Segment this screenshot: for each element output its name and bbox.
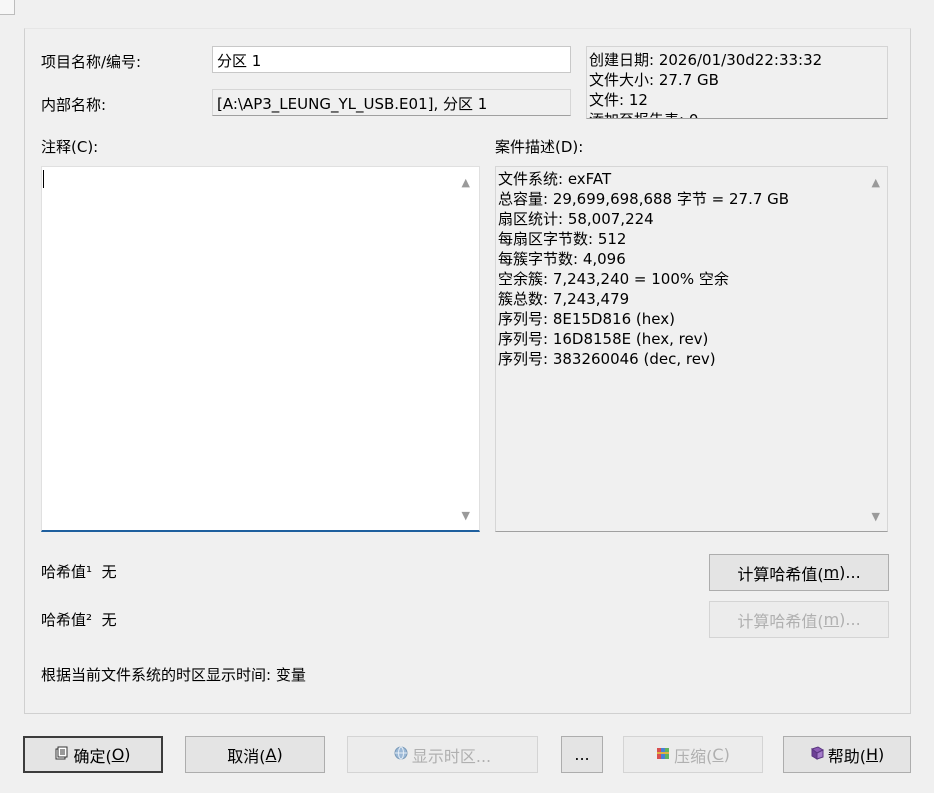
more-button[interactable]: ... <box>561 736 603 773</box>
file-size: 文件大小: 27.7 GB <box>589 71 719 89</box>
button-text: ) <box>878 745 885 764</box>
window-corner-grip <box>0 0 15 15</box>
show-timezone-button[interactable]: 显示时区... <box>347 736 538 773</box>
globe-icon <box>394 746 408 764</box>
button-text: 取消( <box>227 746 266 766</box>
desc-line: 序列号: 8E15D816 (hex) <box>498 310 675 328</box>
scroll-up-icon[interactable]: ▲ <box>872 177 880 188</box>
help-button[interactable]: 帮助(H) <box>783 736 911 773</box>
comments-label: 注释(C): <box>41 138 99 156</box>
book-icon <box>810 745 824 764</box>
case-description-label: 案件描述(D): <box>495 138 584 156</box>
scroll-down-icon[interactable]: ▼ <box>872 511 880 522</box>
case-description-box[interactable]: 文件系统: exFAT 总容量: 29,699,698,688 字节 = 27.… <box>495 166 888 532</box>
button-text: )... <box>839 563 861 582</box>
desc-line: 每扇区字节数: 512 <box>498 230 627 248</box>
accel-key: A <box>265 745 277 764</box>
calc-hash2-button[interactable]: 计算哈希值(m)... <box>709 601 889 638</box>
button-text: ... <box>574 745 590 764</box>
button-text: 计算哈希值( <box>737 564 824 584</box>
button-text: ) <box>124 745 131 764</box>
project-name-label: 项目名称/编号: <box>41 53 142 71</box>
button-text: ) <box>723 745 730 764</box>
hash2-label: 哈希值² <box>41 611 93 629</box>
ok-button[interactable]: 确定(O) <box>23 736 163 773</box>
button-text: 计算哈希值( <box>737 611 824 631</box>
desc-line: 文件系统: exFAT <box>498 170 612 188</box>
accel-key: m <box>823 610 840 629</box>
cancel-button[interactable]: 取消(A) <box>185 736 325 773</box>
button-text: 帮助( <box>827 746 866 766</box>
added-to-report: 添加至报告表: 0 <box>589 110 885 118</box>
button-text: )... <box>839 610 861 629</box>
hash1-value: 无 <box>101 563 117 581</box>
accel-key: C <box>712 745 724 764</box>
comments-textarea[interactable]: ▲ ▼ <box>41 166 480 532</box>
desc-line: 总容量: 29,699,698,688 字节 = 27.7 GB <box>498 190 790 208</box>
creation-date: 创建日期: 2026/01/30d22:33:32 <box>589 51 823 69</box>
properties-icon <box>55 746 69 764</box>
file-count: 文件: 12 <box>589 91 648 109</box>
hash1-label: 哈希值¹ <box>41 563 93 581</box>
text-caret <box>43 170 44 188</box>
desc-line: 序列号: 16D8158E (hex, rev) <box>498 330 709 348</box>
button-text: 显示时区... <box>411 746 492 766</box>
desc-line: 簇总数: 7,243,479 <box>498 290 630 308</box>
button-text: 确定( <box>73 746 112 766</box>
hash2-value: 无 <box>101 611 117 629</box>
internal-name-field: [A:\AP3_LEUNG_YL_USB.E01], 分区 1 <box>212 89 571 116</box>
scroll-up-icon[interactable]: ▲ <box>462 177 470 188</box>
desc-line: 扇区统计: 58,007,224 <box>498 210 654 228</box>
button-text: 压缩( <box>674 746 713 766</box>
desc-line: 空余簇: 7,243,240 = 100% 空余 <box>498 270 729 288</box>
compress-button[interactable]: 压缩(C) <box>623 736 763 773</box>
accel-key: O <box>111 745 125 764</box>
project-name-input[interactable]: 分区 1 <box>212 46 571 73</box>
timezone-note: 根据当前文件系统的时区显示时间: 变量 <box>41 666 306 684</box>
desc-line: 每簇字节数: 4,096 <box>498 250 626 268</box>
hash2-row: 哈希值² 无 <box>41 609 117 630</box>
archive-icon <box>656 746 670 764</box>
scroll-down-icon[interactable]: ▼ <box>462 510 470 521</box>
info-box[interactable]: 创建日期: 2026/01/30d22:33:32 文件大小: 27.7 GB … <box>586 46 888 119</box>
button-text: ) <box>276 745 283 764</box>
internal-name-label: 内部名称: <box>41 96 107 114</box>
calc-hash1-button[interactable]: 计算哈希值(m)... <box>709 554 889 591</box>
desc-line: 序列号: 383260046 (dec, rev) <box>498 350 716 368</box>
accel-key: m <box>823 563 840 582</box>
accel-key: H <box>865 745 879 764</box>
hash1-row: 哈希值¹ 无 <box>41 561 117 582</box>
